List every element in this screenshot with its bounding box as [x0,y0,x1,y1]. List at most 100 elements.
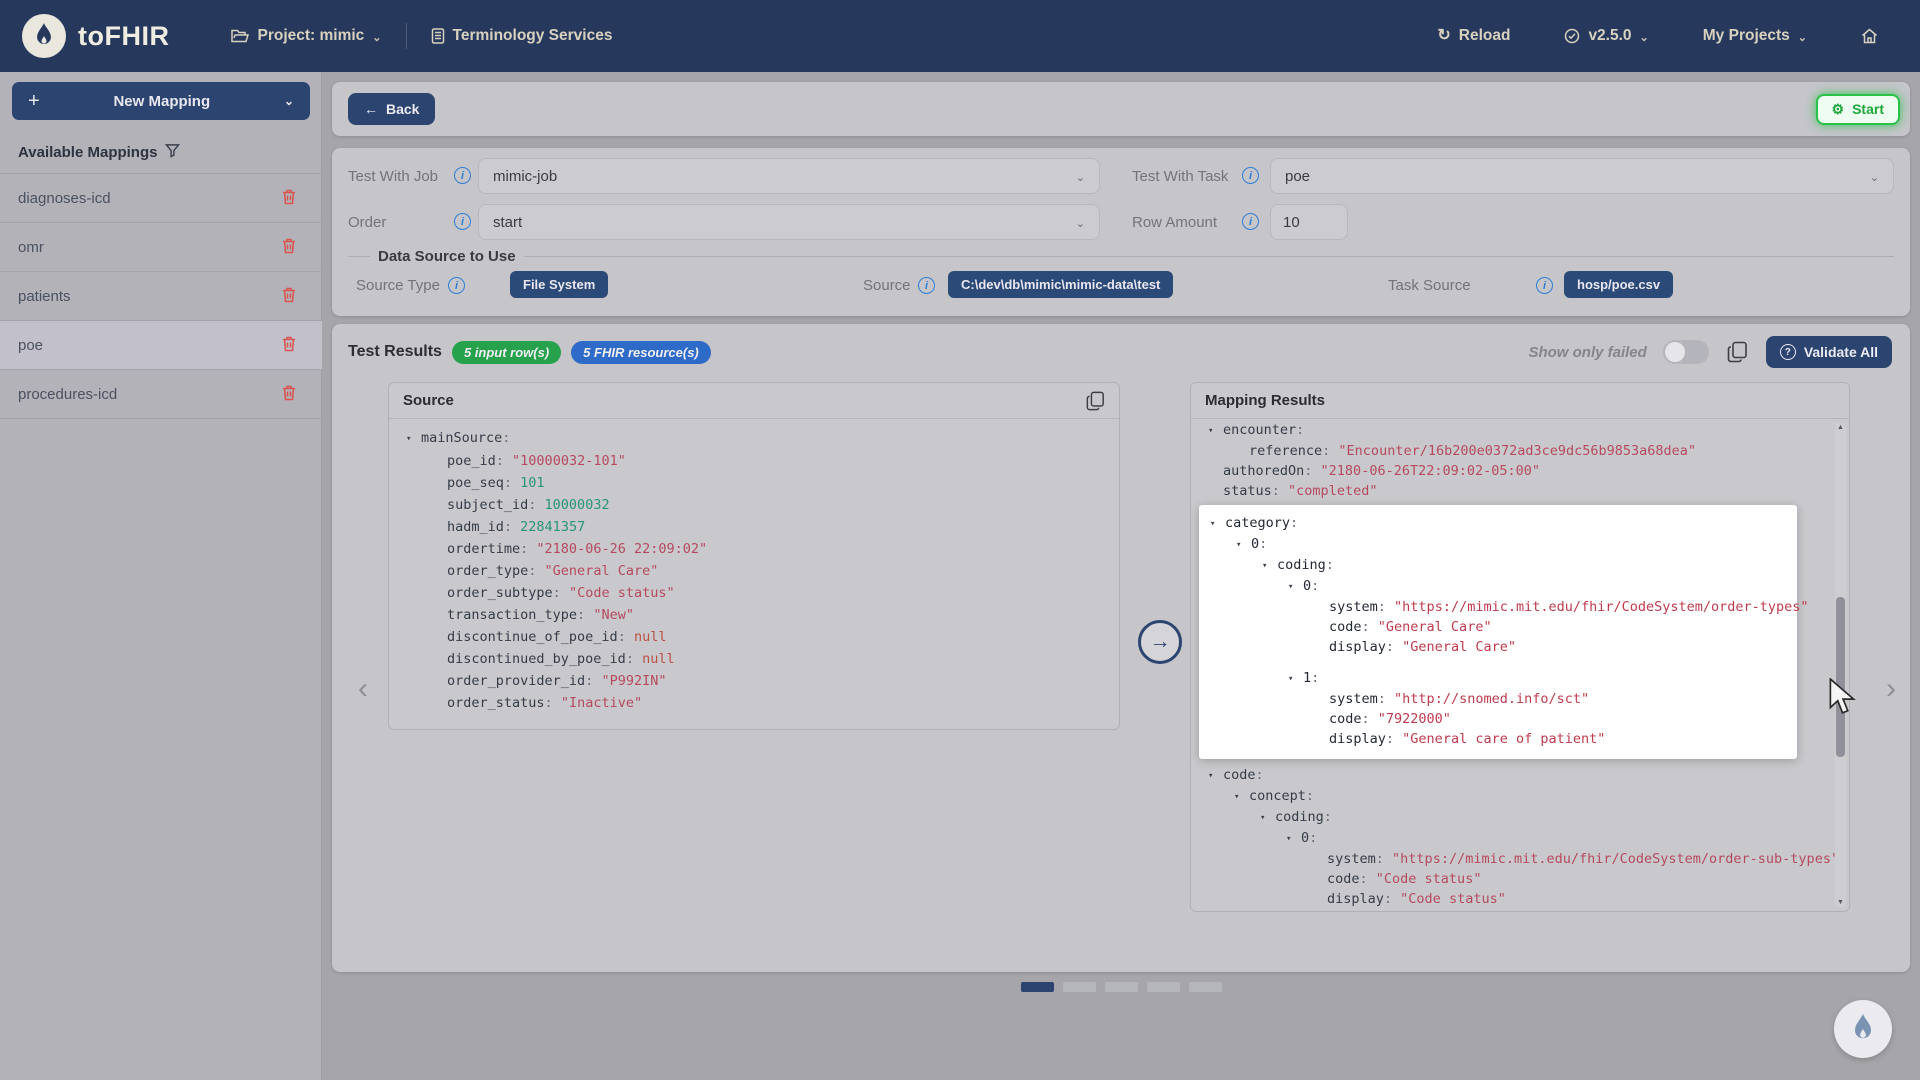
sidebar-item-procedures-icd[interactable]: procedures-icd [0,370,322,419]
json-value: "General care of patient" [1394,731,1605,747]
back-button[interactable]: ← Back [348,93,435,125]
home-button[interactable] [1847,18,1892,54]
info-icon[interactable]: i [1242,167,1259,184]
info-icon[interactable]: i [454,213,471,230]
test-with-task-select[interactable]: poe ⌄ [1270,158,1894,194]
page-dot-2[interactable] [1063,982,1096,992]
json-line: reference: "Encounter/16b200e0372ad3ce9d… [1197,441,1845,461]
show-only-failed-toggle[interactable] [1663,340,1709,364]
page-dot-4[interactable] [1147,982,1180,992]
test-with-job-label: Test With Job [348,168,438,185]
order-label: Order [348,214,386,231]
available-mappings-header: Available Mappings [0,132,322,174]
json-colon: : [545,695,553,711]
info-icon[interactable]: i [448,277,465,294]
carousel-next-button[interactable]: › [1886,674,1896,704]
order-select[interactable]: start ⌄ [478,204,1100,240]
json-colon: : [1378,691,1386,707]
collapse-triangle-icon[interactable]: ▾ [1286,829,1301,849]
json-line: order_status: "Inactive" [395,692,1115,714]
chevron-down-icon: ⌄ [1076,171,1085,184]
flame-fab-button[interactable] [1834,1000,1892,1058]
json-key: authoredOn [1223,463,1304,479]
collapse-triangle-icon[interactable]: ▾ [406,428,421,450]
validate-all-button[interactable]: ? Validate All [1766,336,1892,368]
my-projects-menu[interactable]: My Projects ⌄ [1689,17,1821,55]
collapse-triangle-icon[interactable]: ▾ [1210,514,1225,534]
json-line: ▾0: [1197,828,1845,849]
json-line: subject_id: 10000032 [395,494,1115,516]
mapping-panel-title: Mapping Results [1205,392,1325,409]
nav-divider [406,23,407,49]
filter-icon[interactable] [165,143,180,163]
page-dot-5[interactable] [1189,982,1222,992]
collapse-triangle-icon[interactable]: ▾ [1288,577,1303,597]
carousel-prev-button[interactable]: ‹ [358,674,368,704]
chevron-down-icon: ⌄ [284,94,294,108]
project-menu[interactable]: Project: mimic ⌄ [217,17,395,55]
tofhir-flame-logo-icon [22,14,66,58]
sidebar-item-patients[interactable]: patients [0,272,322,321]
sidebar-item-omr[interactable]: omr [0,223,322,272]
json-line: hadm_id: 22841357 [395,516,1115,538]
page-dot-3[interactable] [1105,982,1138,992]
delete-mapping-icon[interactable] [280,383,298,406]
json-value: "New" [585,607,634,623]
json-line: ordertime: "2180-06-26 22:09:02" [395,538,1115,560]
folder-icon [231,29,249,44]
reload-button[interactable]: ↻ Reload [1423,17,1524,55]
source-panel: Source ▾mainSource:poe_id: "10000032-101… [388,382,1120,730]
version-menu[interactable]: v2.5.0 ⌄ [1550,17,1662,55]
collapse-triangle-icon[interactable]: ▾ [1234,787,1249,807]
json-key: code [1327,871,1360,887]
carousel-pagination [332,982,1910,992]
back-arrow-icon: ← [364,101,378,117]
new-mapping-button[interactable]: + New Mapping ⌄ [12,82,310,120]
test-with-job-select[interactable]: mimic-job ⌄ [478,158,1100,194]
app-root: toFHIR Project: mimic ⌄ Terminology Serv… [0,0,1920,1080]
terminology-services-link[interactable]: Terminology Services [417,17,627,55]
delete-mapping-icon[interactable] [280,236,298,259]
source-panel-title: Source [403,392,454,409]
info-icon[interactable]: i [918,277,935,294]
delete-mapping-icon[interactable] [280,285,298,308]
mapping-item-label: diagnoses-icd [18,190,111,207]
json-colon: : [1362,711,1370,727]
copy-all-button[interactable] [1725,339,1750,365]
json-key: encounter [1223,422,1296,438]
info-icon[interactable]: i [454,167,471,184]
copy-source-button[interactable] [1084,389,1107,413]
sidebar-item-diagnoses-icd[interactable]: diagnoses-icd [0,174,322,223]
json-line: code: "Code status" [1197,869,1845,889]
page-dot-1[interactable] [1021,982,1054,992]
test-with-job-value: mimic-job [493,168,557,185]
start-button[interactable]: ⚙ Start [1816,94,1900,125]
my-projects-label: My Projects [1703,27,1790,45]
delete-mapping-icon[interactable] [280,187,298,210]
collapse-triangle-icon[interactable]: ▾ [1208,421,1223,441]
test-with-task-label: Test With Task [1132,168,1228,185]
scroll-up-icon[interactable]: ▲ [1835,424,1846,431]
json-value: "General Care" [536,563,658,579]
run-mapping-arrow-button[interactable]: → [1138,620,1182,664]
sidebar-item-poe[interactable]: poe [0,321,322,370]
collapse-triangle-icon[interactable]: ▾ [1208,766,1223,786]
delete-mapping-icon[interactable] [280,334,298,357]
mapping-scrollbar[interactable]: ▲ ▼ [1835,423,1846,907]
row-amount-input[interactable] [1270,204,1348,240]
highlighted-json-block: ▾category:▾0:▾coding:▾0:system: "https:/… [1199,505,1797,759]
info-icon[interactable]: i [1242,213,1259,230]
mapping-item-label: poe [18,337,43,354]
json-key: transaction_type [447,607,577,623]
collapse-triangle-icon[interactable]: ▾ [1236,535,1251,555]
json-colon: : [502,430,510,446]
collapse-triangle-icon[interactable]: ▾ [1262,556,1277,576]
scrollbar-thumb[interactable] [1836,597,1845,757]
collapse-triangle-icon[interactable]: ▾ [1260,808,1275,828]
mapping-list: diagnoses-icd omrpatients poe procedures-ic… [0,174,322,419]
collapse-triangle-icon[interactable]: ▾ [1288,669,1303,689]
json-line: ▾encounter: [1197,420,1845,441]
scroll-down-icon[interactable]: ▼ [1835,899,1846,906]
info-icon[interactable]: i [1536,277,1553,294]
source-type-chip[interactable]: File System [510,271,608,298]
